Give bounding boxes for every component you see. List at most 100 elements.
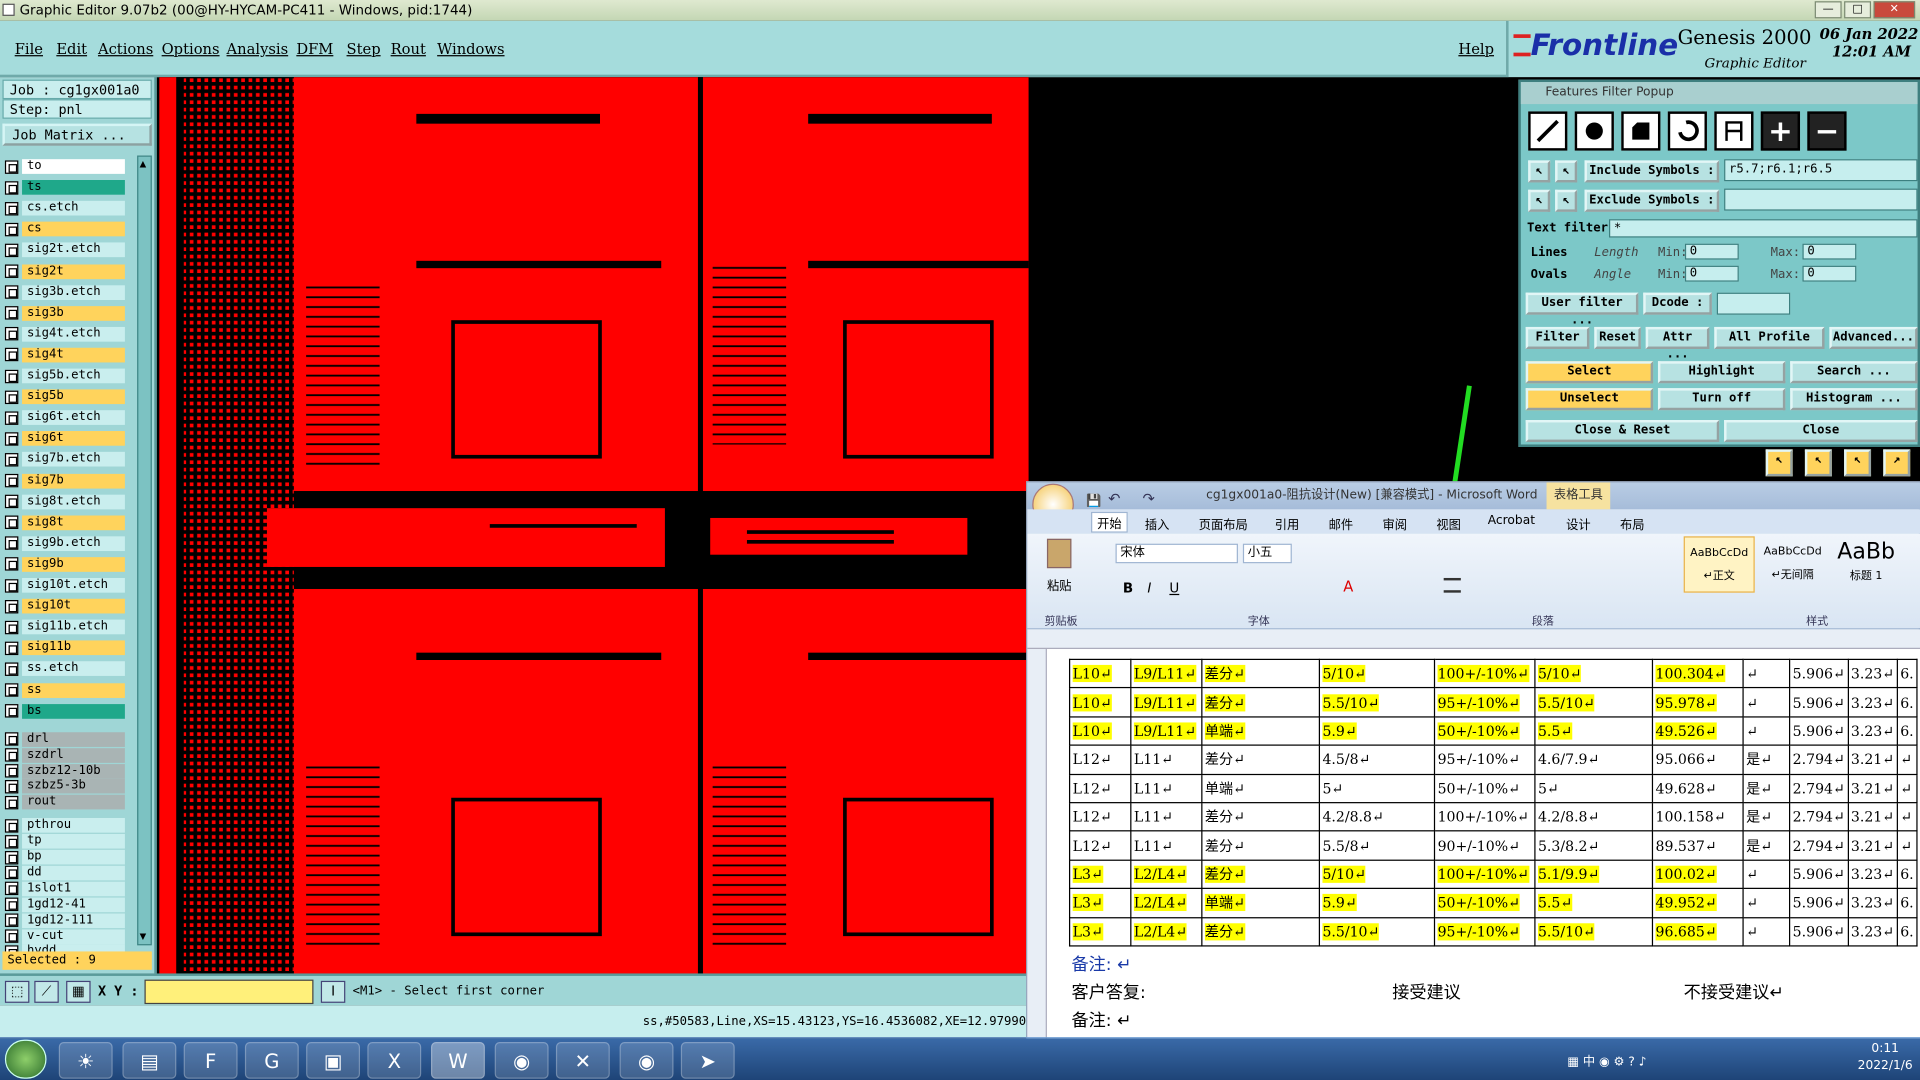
table-cell[interactable]: 95+/-10%↵ [1433,916,1536,947]
tab-view[interactable]: 视图 [1436,514,1460,532]
table-cell[interactable]: 5.5/10↵ [1534,916,1654,947]
layer-checkbox[interactable] [4,834,19,849]
layer-row-sig3b[interactable]: sig3b [4,305,125,322]
table-cell[interactable]: 100.02↵ [1651,859,1744,890]
tab-design[interactable]: 设计 [1566,514,1590,532]
table-cell[interactable]: 5.1/9.9↵ [1534,859,1654,890]
table-cell[interactable]: L3↵ [1068,887,1132,918]
text-shape-icon[interactable] [1714,111,1754,151]
table-cell[interactable]: L12↵ [1068,801,1132,832]
taskbar-arrow-icon[interactable]: ➤ [680,1042,735,1079]
table-cell[interactable]: 差分↵ [1201,830,1321,861]
table-cell[interactable]: 6. [1896,916,1918,947]
search-button[interactable]: Search ... [1790,361,1918,384]
layer-checkbox[interactable] [4,641,19,655]
job-matrix-button[interactable]: Job Matrix ... [2,123,152,146]
table-cell[interactable]: 6. [1896,859,1918,890]
table-cell[interactable]: 5.5/10↵ [1534,687,1654,718]
scroll-up-icon[interactable]: ▲ [140,159,150,169]
layer-checkbox[interactable] [4,452,19,467]
maximize-button[interactable]: □ [1844,1,1872,19]
layer-checkbox[interactable] [4,348,19,362]
reset-button[interactable]: Reset [1594,326,1641,349]
layer-checkbox[interactable] [4,795,19,810]
layer-checkbox[interactable] [4,704,19,718]
layer-checkbox[interactable] [4,929,19,943]
table-cell[interactable]: ↵ [1742,687,1791,718]
layer-checkbox[interactable] [4,264,19,278]
xy-input[interactable] [144,979,314,1005]
layer-row-ts[interactable]: ts [4,179,125,196]
layer-checkbox[interactable] [4,913,19,928]
table-cell[interactable]: 5.5↵ [1534,887,1654,918]
menu-analysis[interactable]: Analysis [227,40,289,57]
menu-actions[interactable]: Actions [98,40,153,57]
menu-windows[interactable]: Windows [437,40,504,57]
layer-checkbox[interactable] [4,243,19,258]
layer-row-rout[interactable]: rout [4,794,125,811]
table-cell[interactable]: 5.906↵ [1789,687,1849,718]
table-cell[interactable]: 5.3/8.2↵ [1534,830,1654,861]
layer-checkbox[interactable] [4,818,19,833]
menu-help[interactable]: Help [1458,40,1494,57]
table-cell[interactable]: 5/10↵ [1318,859,1436,890]
table-cell[interactable]: 2.794↵ [1789,773,1849,804]
close-filter-button[interactable]: Close [1724,420,1918,443]
table-cell[interactable]: 5.906↵ [1789,658,1849,689]
table-cell[interactable]: 100.158↵ [1651,801,1744,832]
tab-acrobat[interactable]: Acrobat [1488,514,1535,527]
dcode-input[interactable] [1716,292,1791,315]
close-button[interactable]: ✕ [1873,1,1916,19]
menu-dfm[interactable]: DFM [296,40,333,57]
exclude-symbols-label[interactable]: Exclude Symbols : [1584,189,1720,212]
undo-icon[interactable]: ↶ [1108,485,1120,512]
table-cell[interactable]: 5.9↵ [1318,716,1436,746]
layer-row-szdrl[interactable]: szdrl [4,746,125,763]
table-cell[interactable]: L10↵ [1068,716,1132,746]
table-cell[interactable]: 5.906↵ [1789,916,1849,947]
exclude-symbols-input[interactable] [1724,188,1918,211]
layer-row-cs[interactable]: cs [4,221,125,238]
table-cell[interactable]: 5↵ [1318,773,1436,804]
menu-options[interactable]: Options [162,40,220,57]
table-cell[interactable]: L11↵ [1130,830,1203,861]
dcode-label[interactable]: Dcode : [1643,292,1712,315]
table-cell[interactable]: 95+/-10%↵ [1433,687,1536,718]
layer-checkbox[interactable] [4,431,19,446]
tab-layout[interactable]: 布局 [1620,514,1644,532]
table-cell[interactable]: L11↵ [1130,744,1203,775]
table-cell[interactable]: 49.952↵ [1651,887,1744,918]
layer-row-sig7b-etch[interactable]: sig7b.etch [4,451,125,468]
table-cell[interactable]: L2/L4↵ [1130,859,1203,890]
layer-row-drl[interactable]: drl [4,731,125,748]
layer-row-sig10t[interactable]: sig10t [4,598,125,615]
pcb-canvas[interactable] [159,77,1256,974]
text-filter-input[interactable]: * [1608,219,1918,238]
bold-button[interactable]: B [1123,580,1133,596]
table-cell[interactable]: 差分↵ [1201,916,1321,947]
layer-row-sig4t[interactable]: sig4t [4,346,125,363]
table-cell[interactable]: ↵ [1742,859,1791,890]
layer-checkbox[interactable] [4,180,19,195]
tab-page-layout[interactable]: 页面布局 [1199,514,1248,532]
ovals-checkbox[interactable]: Ovals [1531,268,1568,281]
layer-row-sig4t-etch[interactable]: sig4t.etch [4,325,125,342]
layer-checkbox[interactable] [4,306,19,320]
angle-checkbox[interactable]: Angle [1594,268,1631,281]
layer-checkbox[interactable] [4,411,19,425]
table-cell[interactable]: 4.2/8.8↵ [1318,801,1436,832]
arc-shape-icon[interactable] [1667,111,1707,151]
layer-row-sig8t[interactable]: sig8t [4,514,125,531]
scroll-down-icon[interactable]: ▼ [140,932,150,942]
layer-checkbox[interactable] [4,866,19,880]
table-cell[interactable]: ↵ [1742,658,1791,689]
table-cell[interactable]: 4.6/7.9↵ [1534,744,1654,775]
plus-polarity-icon[interactable]: + [1760,111,1801,151]
table-cell[interactable]: 4.2/8.8↵ [1534,801,1654,832]
layer-row-szbz12-10b[interactable]: szbz12-10b [4,762,125,779]
table-cell[interactable]: ↵ [1742,887,1791,918]
layer-row-to[interactable]: to [4,158,125,175]
table-cell[interactable]: 2.794↵ [1789,830,1849,861]
paste-icon[interactable] [1046,538,1072,569]
exclude-pick-icon[interactable]: ↖ [1528,189,1551,212]
